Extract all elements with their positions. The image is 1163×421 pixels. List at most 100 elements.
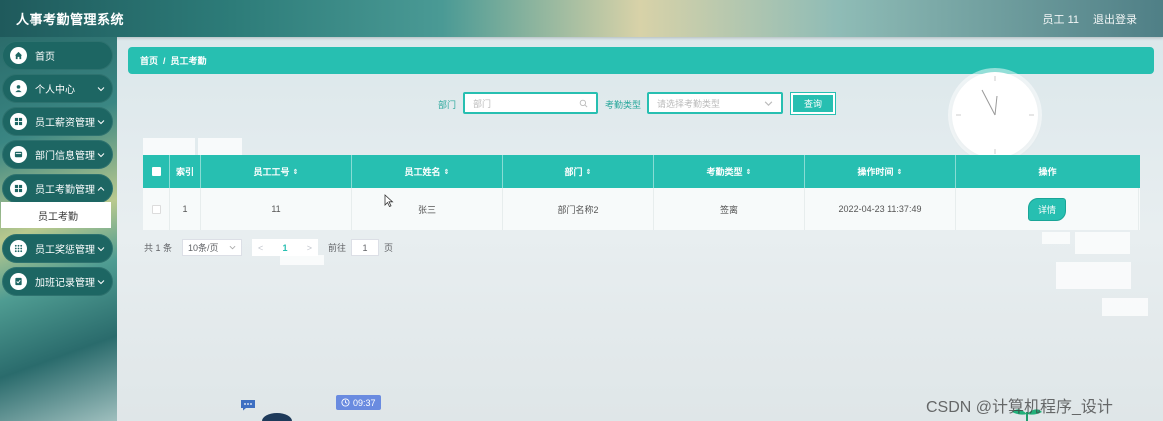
row-emp-name: 张三	[352, 188, 503, 230]
sidebar-item-label: 加班记录管理	[35, 278, 95, 289]
sort-icon[interactable]: ⇕	[293, 168, 299, 176]
background-decoration	[1075, 232, 1130, 254]
header-index: 索引	[170, 155, 201, 188]
next-page-button[interactable]: >	[307, 243, 312, 253]
header-time[interactable]: 操作时间 ⇕	[805, 155, 956, 188]
chevron-down-icon	[97, 152, 105, 157]
breadcrumb-separator: /	[163, 55, 166, 66]
header-emp-no[interactable]: 员工工号 ⇕	[201, 155, 352, 188]
pagination: 共 1 条 10条/页 < 1 > 前往 1 页	[144, 239, 393, 256]
top-header: 人事考勤管理系统 员工 11 退出登录	[0, 0, 1163, 37]
sidebar-item-personal-center[interactable]: 个人中心	[2, 74, 113, 103]
sidebar-item-department[interactable]: 部门信息管理	[2, 140, 113, 169]
chevron-down-icon	[97, 279, 105, 284]
row-dept: 部门名称2	[503, 188, 654, 230]
breadcrumb-current: 员工考勤	[170, 56, 207, 66]
chat-icon[interactable]	[240, 399, 256, 411]
background-decoration	[280, 255, 324, 265]
sort-icon[interactable]: ⇕	[897, 168, 903, 176]
sidebar-item-label: 员工考勤管理	[35, 185, 95, 196]
row-select-cell[interactable]	[143, 188, 170, 230]
clock-icon	[341, 398, 350, 407]
attendance-type-placeholder: 请选择考勤类型	[657, 98, 721, 109]
row-action: 详情	[956, 188, 1139, 230]
header-label: 操作时间	[857, 167, 894, 177]
sidebar-item-home[interactable]: 首页	[2, 41, 113, 70]
row-time: 2022-04-23 11:37:49	[805, 188, 956, 230]
sidebar: 首页 个人中心 员工薪资管理 部门信息管理 员工考勤管理 员工考勤 员工奖惩管理…	[0, 37, 117, 421]
query-button[interactable]: 查询	[790, 92, 836, 115]
mouse-cursor-icon	[384, 194, 394, 207]
header-label: 员工姓名	[404, 167, 441, 177]
sort-icon[interactable]: ⇕	[746, 168, 752, 176]
background-decoration	[143, 138, 195, 156]
sidebar-item-attendance[interactable]: 员工考勤管理	[2, 174, 113, 203]
home-icon	[10, 47, 27, 64]
chevron-down-icon	[764, 100, 773, 106]
header-label: 考勤类型	[706, 167, 743, 177]
dept-label: 部门	[438, 100, 457, 110]
row-type: 签离	[654, 188, 805, 230]
goto-page-input[interactable]: 1	[351, 239, 380, 256]
attendance-type-label: 考勤类型	[605, 100, 642, 110]
dept-search-input[interactable]: 部门	[463, 92, 598, 114]
sort-icon[interactable]: ⇕	[586, 168, 592, 176]
sidebar-item-label: 部门信息管理	[35, 151, 95, 162]
header-emp-name[interactable]: 员工姓名 ⇕	[352, 155, 503, 188]
row-index: 1	[170, 188, 201, 230]
header-label: 部门	[564, 167, 583, 177]
breadcrumb: 首页 / 员工考勤	[128, 47, 1154, 74]
total-count: 共 1 条	[144, 243, 173, 253]
chevron-down-icon	[97, 246, 105, 251]
row-emp-no: 11	[201, 188, 352, 230]
chevron-up-icon	[97, 186, 105, 191]
header-user-area: 员工 11 退出登录	[1043, 11, 1137, 27]
chevron-down-icon	[229, 245, 236, 250]
attendance-table: 索引 员工工号 ⇕ 员工姓名 ⇕ 部门 ⇕ 考勤类型 ⇕ 操作时间 ⇕ 操作 1 11 张…	[143, 155, 1140, 230]
header-action: 操作	[1038, 167, 1057, 177]
sidebar-item-label: 员工薪资管理	[35, 118, 95, 129]
attendance-type-select[interactable]: 请选择考勤类型	[647, 92, 783, 114]
sort-icon[interactable]: ⇕	[444, 168, 450, 176]
table-row: 1 11 张三 部门名称2 签离 2022-04-23 11:37:49 详情	[143, 188, 1140, 230]
prev-page-button[interactable]: <	[258, 243, 263, 253]
header-label: 员工工号	[253, 167, 290, 177]
sidebar-subitem-attendance[interactable]: 员工考勤	[1, 202, 111, 228]
header-type[interactable]: 考勤类型 ⇕	[654, 155, 805, 188]
background-decoration	[1102, 298, 1148, 316]
select-all-checkbox[interactable]	[151, 167, 161, 176]
sidebar-item-salary[interactable]: 员工薪资管理	[2, 107, 113, 136]
sidebar-item-label: 个人中心	[35, 85, 75, 96]
detail-button[interactable]: 详情	[1027, 197, 1066, 221]
current-user: 员工 11	[1042, 13, 1079, 26]
logout-link[interactable]: 退出登录	[1093, 11, 1137, 27]
apps-icon	[10, 240, 27, 257]
background-decoration	[198, 138, 242, 156]
header-dept[interactable]: 部门 ⇕	[503, 155, 654, 188]
row-checkbox[interactable]	[151, 204, 161, 214]
breadcrumb-home[interactable]: 首页	[140, 54, 158, 67]
goto-label: 前往	[328, 243, 347, 253]
card-icon	[10, 146, 27, 163]
page-navigator: < 1 >	[252, 239, 319, 256]
chevron-down-icon	[97, 119, 105, 124]
grid-icon	[10, 113, 27, 130]
chevron-down-icon	[97, 86, 105, 91]
sidebar-item-label: 员工奖惩管理	[35, 245, 95, 256]
background-decoration	[1042, 232, 1070, 244]
grid-icon	[10, 180, 27, 197]
app-title: 人事考勤管理系统	[16, 12, 125, 27]
page-size-select[interactable]: 10条/页	[182, 239, 243, 256]
search-icon	[579, 99, 588, 107]
sidebar-item-overtime[interactable]: 加班记录管理	[2, 267, 113, 296]
header-select-all[interactable]	[143, 155, 170, 188]
table-header-row: 索引 员工工号 ⇕ 员工姓名 ⇕ 部门 ⇕ 考勤类型 ⇕ 操作时间 ⇕ 操作	[143, 155, 1140, 188]
sidebar-item-rewards[interactable]: 员工奖惩管理	[2, 234, 113, 263]
checklist-icon	[10, 273, 27, 290]
time-value: 09:37	[353, 397, 376, 408]
background-decoration	[1056, 262, 1131, 289]
sidebar-item-label: 首页	[35, 52, 55, 63]
dept-placeholder: 部门	[473, 98, 492, 109]
clock-decoration	[952, 72, 1038, 158]
current-page[interactable]: 1	[283, 243, 288, 253]
